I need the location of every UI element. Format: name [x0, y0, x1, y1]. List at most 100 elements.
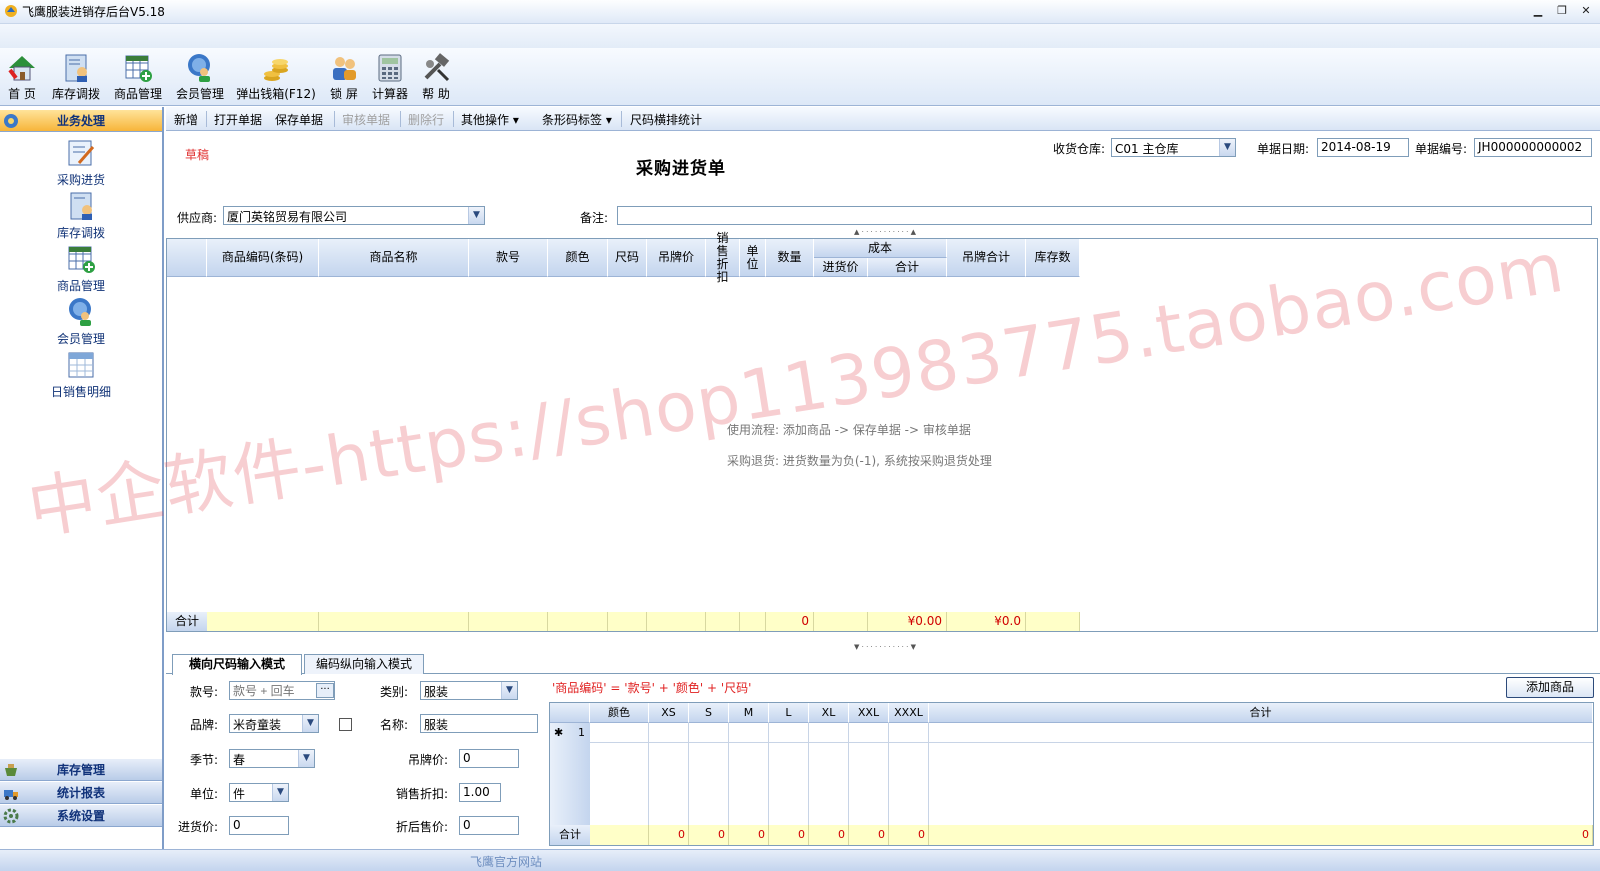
- column-header-stock[interactable]: 库存数: [1026, 239, 1080, 277]
- size-col-l[interactable]: L: [769, 703, 809, 723]
- chevron-down-icon[interactable]: ▼: [302, 715, 318, 732]
- doc-number-field[interactable]: JH000000000002: [1474, 138, 1592, 157]
- save-document-button[interactable]: 保存单据: [275, 111, 323, 128]
- size-col-s[interactable]: S: [689, 703, 729, 723]
- column-header-cost-total[interactable]: 合计: [868, 258, 947, 277]
- size-total-s: 0: [689, 825, 729, 845]
- product-grid-icon: [68, 246, 95, 273]
- chevron-down-icon[interactable]: ▼: [501, 682, 517, 699]
- tag-price-input[interactable]: 0: [459, 749, 519, 768]
- size-horizontal-stats-button[interactable]: 尺码横排统计: [630, 111, 702, 128]
- toolbar-help-button[interactable]: 帮 助: [416, 50, 456, 104]
- add-product-button[interactable]: 添加商品: [1506, 677, 1594, 698]
- sidebar-group-settings[interactable]: 系统设置: [0, 805, 162, 827]
- size-total-label: 合计: [550, 825, 590, 845]
- total-cell: [647, 612, 706, 631]
- total-cell: [469, 612, 548, 631]
- draft-status: 草稿: [185, 148, 210, 162]
- column-header-size[interactable]: 尺码: [608, 239, 647, 277]
- column-header-cost-price[interactable]: 进货价: [814, 258, 868, 277]
- app-logo-icon: [5, 5, 17, 17]
- sidebar-item-daily-sales[interactable]: 日销售明细: [20, 349, 142, 400]
- purchase-items-grid: 商品编码(条码) 商品名称 款号 颜色 尺码 吊牌价 销售折扣 单位 数量 成本…: [166, 231, 1598, 632]
- size-col-xxl[interactable]: XXL: [849, 703, 889, 723]
- chevron-down-icon[interactable]: ▼: [298, 750, 314, 767]
- usage-hint: 使用流程: 添加商品 -> 保存单据 -> 审核单据: [727, 423, 971, 437]
- form-title: 采购进货单: [636, 159, 726, 179]
- delete-row-button[interactable]: 删除行: [408, 111, 444, 128]
- sidebar-group-inventory[interactable]: 库存管理: [0, 759, 162, 781]
- splitter-handle[interactable]: ▲ · · · · · · · · · · · ▲: [830, 229, 940, 236]
- barcode-label-dropdown[interactable]: 条形码标签 ▾: [542, 111, 612, 128]
- sidebar-item-transfer[interactable]: 库存调拨: [20, 190, 142, 241]
- browse-style-button[interactable]: ···: [316, 683, 334, 698]
- chevron-down-icon[interactable]: ▼: [468, 207, 484, 224]
- column-header-style[interactable]: 款号: [469, 239, 548, 277]
- discount-input[interactable]: 1.00: [459, 783, 501, 802]
- chevron-down-icon[interactable]: ▼: [1219, 139, 1235, 156]
- sidebar-group-reports[interactable]: 统计报表: [0, 782, 162, 804]
- restore-button[interactable]: ❐: [1554, 4, 1570, 18]
- code-formula: '商品编码' = '款号' + '颜色' + '尺码': [552, 681, 752, 695]
- size-entry-row[interactable]: [590, 723, 1593, 743]
- minimize-button[interactable]: ▁: [1530, 4, 1546, 18]
- splitter-handle[interactable]: ▼ · · · · · · · · · · · ▼: [830, 644, 940, 651]
- inventory-transfer-icon: [70, 192, 92, 220]
- sidebar-item-product[interactable]: 商品管理: [20, 243, 142, 294]
- category-select[interactable]: 服装 ▼: [420, 681, 518, 700]
- column-header-tag-total[interactable]: 吊牌合计: [947, 239, 1026, 277]
- brand-label: 品牌:: [190, 718, 219, 732]
- cost-price-label: 进货价:: [178, 820, 219, 834]
- total-cell: [706, 612, 740, 631]
- other-actions-dropdown[interactable]: 其他操作 ▾: [461, 111, 519, 128]
- sidebar-item-purchase[interactable]: 采购进货: [20, 137, 142, 188]
- date-field[interactable]: 2014-08-19: [1317, 138, 1409, 157]
- sidebar-item-member[interactable]: 会员管理: [20, 296, 142, 347]
- season-label: 季节:: [190, 753, 219, 767]
- product-grid-icon: [125, 55, 152, 82]
- official-site-link[interactable]: 飞鹰官方网站: [470, 853, 542, 870]
- column-header-color[interactable]: 颜色: [548, 239, 608, 277]
- document-command-bar: 新增 打开单据 保存单据 审核单据 删除行 其他操作 ▾ 条形码标签 ▾ 尺码横…: [166, 107, 1600, 131]
- new-row-marker: ✱: [554, 726, 564, 739]
- new-button[interactable]: 新增: [174, 111, 198, 128]
- chevron-down-icon[interactable]: ▼: [272, 784, 288, 801]
- tab-vertical-code[interactable]: 编码纵向输入模式: [304, 654, 424, 674]
- total-quantity: 0: [766, 612, 814, 631]
- size-col-xxxl[interactable]: XXXL: [889, 703, 929, 723]
- toolbar-product-button[interactable]: 商品管理: [110, 50, 166, 104]
- toolbar-home-button[interactable]: 首 页: [2, 50, 42, 104]
- cost-price-input[interactable]: 0: [229, 816, 289, 835]
- season-select[interactable]: 春 ▼: [229, 749, 315, 768]
- approve-document-button[interactable]: 审核单据: [342, 111, 390, 128]
- toolbar-cash-drawer-button[interactable]: 弹出钱箱(F12): [234, 50, 318, 104]
- toolbar-calculator-button[interactable]: 计算器: [370, 50, 410, 104]
- close-button[interactable]: ✕: [1578, 4, 1594, 18]
- column-header-name[interactable]: 商品名称: [319, 239, 469, 277]
- column-header-quantity[interactable]: 数量: [766, 239, 814, 277]
- column-header-discount[interactable]: 销售折扣: [706, 231, 740, 283]
- size-col-total[interactable]: 合计: [929, 703, 1593, 723]
- toolbar-member-button[interactable]: 会员管理: [172, 50, 228, 104]
- size-col-xl[interactable]: XL: [809, 703, 849, 723]
- size-col-color[interactable]: 颜色: [590, 703, 649, 723]
- size-col-m[interactable]: M: [729, 703, 769, 723]
- brand-select[interactable]: 米奇童装 ▼: [229, 714, 319, 733]
- warehouse-select[interactable]: C01 主仓库 ▼: [1111, 138, 1236, 157]
- supplier-select[interactable]: 厦门英铭贸易有限公司 ▼: [223, 206, 485, 225]
- column-header-unit[interactable]: 单位: [740, 239, 766, 277]
- sale-price-input[interactable]: 0: [459, 816, 519, 835]
- column-header-code[interactable]: 商品编码(条码): [207, 239, 319, 277]
- toolbar-transfer-button[interactable]: 库存调拨: [48, 50, 104, 104]
- toolbar-lock-button[interactable]: 锁 屏: [324, 50, 364, 104]
- tab-horizontal-size[interactable]: 横向尺码输入模式: [172, 654, 302, 675]
- settings-gear-icon: [3, 808, 19, 824]
- sidebar-group-business[interactable]: 业务处理: [0, 110, 162, 132]
- note-field[interactable]: [617, 206, 1592, 225]
- column-header-tag-price[interactable]: 吊牌价: [647, 239, 706, 277]
- size-col-xs[interactable]: XS: [649, 703, 689, 723]
- name-input[interactable]: 服装: [420, 714, 538, 733]
- brand-checkbox[interactable]: [339, 718, 352, 731]
- unit-select[interactable]: 件 ▼: [229, 783, 289, 802]
- open-document-button[interactable]: 打开单据: [214, 111, 262, 128]
